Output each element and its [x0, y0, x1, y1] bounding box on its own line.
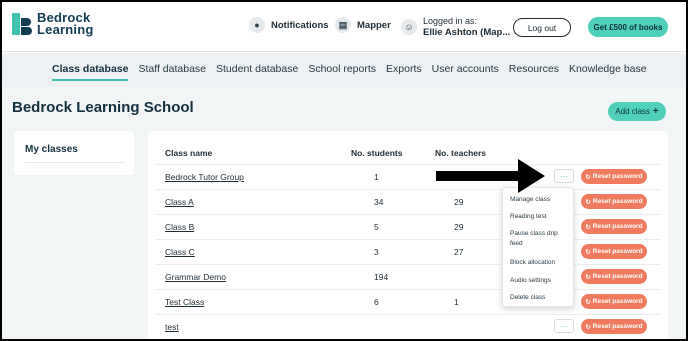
reset-password-button[interactable]: ↻ Reset password	[581, 319, 647, 334]
student-count: 5	[374, 222, 379, 232]
tab-staff-database[interactable]: Staff database	[138, 63, 206, 81]
teacher-count: 27	[454, 247, 464, 257]
reset-password-label: Reset password	[592, 173, 643, 180]
reset-password-label: Reset password	[592, 223, 643, 230]
bell-icon: ●	[249, 17, 265, 33]
reset-icon: ↻	[585, 198, 591, 206]
class-name-link[interactable]: Test Class	[165, 297, 204, 307]
logo-mark-icon	[12, 13, 32, 35]
student-count: 194	[374, 272, 389, 282]
student-count: 1	[374, 172, 379, 182]
reset-password-label: Reset password	[592, 323, 643, 330]
teacher-count: 29	[454, 197, 464, 207]
table-row: test ··· ↻ Reset password	[156, 314, 660, 339]
reset-password-button[interactable]: ↻ Reset password	[581, 169, 647, 184]
add-class-label: Add class	[615, 107, 650, 116]
logged-in-label: Logged in as:	[423, 16, 478, 26]
reset-password-label: Reset password	[592, 273, 643, 280]
table-row: Grammar Demo 194 ↻ Reset password	[156, 264, 660, 289]
table-row: Class A 34 29 ↻ Reset password	[156, 189, 660, 214]
more-options-button[interactable]: ···	[554, 169, 574, 183]
page-title: Bedrock Learning School	[12, 99, 194, 116]
column-header-class-name: Class name	[165, 148, 213, 158]
reset-password-label: Reset password	[592, 298, 643, 305]
student-count: 3	[374, 247, 379, 257]
class-name-link[interactable]: Grammar Demo	[165, 272, 226, 282]
add-class-button[interactable]: Add class +	[608, 102, 666, 121]
annotation-arrow-icon	[436, 159, 545, 193]
reset-password-label: Reset password	[592, 248, 643, 255]
tab-class-database[interactable]: Class database	[52, 63, 129, 81]
main-content: Bedrock Learning School Add class + My c…	[2, 87, 686, 339]
app-window: Bedrock Learning ● Notifications ▤ Mappe…	[2, 2, 686, 339]
user-name: Ellie Ashton (Map...	[423, 27, 511, 38]
table-row: Class B 5 29 ↻ Reset password	[156, 214, 660, 239]
mapper-label: Mapper	[357, 19, 391, 31]
bedrock-logo[interactable]: Bedrock Learning	[12, 10, 94, 37]
reset-icon: ↻	[585, 323, 591, 331]
more-options-button[interactable]: ···	[554, 319, 574, 333]
divider	[25, 162, 125, 163]
reset-icon: ↻	[585, 173, 591, 181]
reset-icon: ↻	[585, 248, 591, 256]
promo-books-button[interactable]: Get £500 of books	[588, 17, 668, 37]
menu-item-block-allocation[interactable]: Block allocation	[510, 258, 568, 268]
table-row: Class C 3 27 ↻ Reset password	[156, 239, 660, 264]
top-bar: Bedrock Learning ● Notifications ▤ Mappe…	[2, 2, 686, 52]
reset-password-button[interactable]: ↻ Reset password	[581, 294, 647, 309]
menu-item-manage-class[interactable]: Manage class	[510, 195, 568, 205]
reset-icon: ↻	[585, 273, 591, 281]
notifications-link[interactable]: ● Notifications	[249, 17, 329, 33]
mapper-link[interactable]: ▤ Mapper	[335, 17, 391, 33]
reset-icon: ↻	[585, 223, 591, 231]
reset-password-label: Reset password	[592, 198, 643, 205]
menu-item-delete-class[interactable]: Delete class	[510, 293, 568, 303]
user-icon: ☺	[401, 19, 417, 35]
logo-text: Bedrock Learning	[37, 10, 94, 37]
menu-item-audio-settings[interactable]: Audio settings	[510, 276, 568, 286]
classes-table: Class name No. students No. teachers Bed…	[148, 131, 668, 339]
student-count: 6	[374, 297, 379, 307]
tab-user-accounts[interactable]: User accounts	[432, 63, 499, 81]
reset-password-button[interactable]: ↻ Reset password	[581, 269, 647, 284]
tab-resources[interactable]: Resources	[509, 63, 559, 81]
tab-student-database[interactable]: Student database	[216, 63, 298, 81]
reset-icon: ↻	[585, 298, 591, 306]
table-row: Bedrock Tutor Group 1 ··· ↻ Reset passwor…	[156, 164, 660, 189]
teacher-count: 29	[454, 222, 464, 232]
sub-navigation: Class database Staff database Student da…	[2, 53, 686, 87]
notifications-label: Notifications	[271, 19, 329, 31]
class-name-link[interactable]: test	[165, 322, 179, 332]
table-row: Test Class 6 1 ↻ Reset password	[156, 289, 660, 314]
student-count: 34	[374, 197, 384, 207]
menu-item-reading-test[interactable]: Reading test	[510, 212, 568, 222]
teacher-count: 1	[454, 297, 459, 307]
logout-button[interactable]: Log out	[513, 18, 571, 37]
class-name-link[interactable]: Bedrock Tutor Group	[165, 172, 244, 182]
class-name-link[interactable]: Class A	[165, 197, 194, 207]
my-classes-card: My classes	[14, 131, 134, 175]
menu-item-pause-drip-feed[interactable]: Pause class drip feed	[510, 229, 568, 249]
reset-password-button[interactable]: ↻ Reset password	[581, 244, 647, 259]
class-name-link[interactable]: Class B	[165, 222, 194, 232]
class-options-menu: Manage class Reading test Pause class dr…	[502, 187, 574, 307]
tab-knowledge-base[interactable]: Knowledge base	[569, 63, 647, 81]
user-menu[interactable]: ☺ Logged in as: Ellie Ashton (Map...	[401, 15, 510, 39]
tab-exports[interactable]: Exports	[386, 63, 422, 81]
reset-password-button[interactable]: ↻ Reset password	[581, 194, 647, 209]
my-classes-title[interactable]: My classes	[25, 144, 78, 155]
reset-password-button[interactable]: ↻ Reset password	[581, 219, 647, 234]
book-icon: ▤	[335, 17, 351, 33]
column-header-students: No. students	[351, 148, 403, 158]
class-name-link[interactable]: Class C	[165, 247, 195, 257]
tab-school-reports[interactable]: School reports	[308, 63, 376, 81]
plus-icon: +	[652, 106, 659, 117]
